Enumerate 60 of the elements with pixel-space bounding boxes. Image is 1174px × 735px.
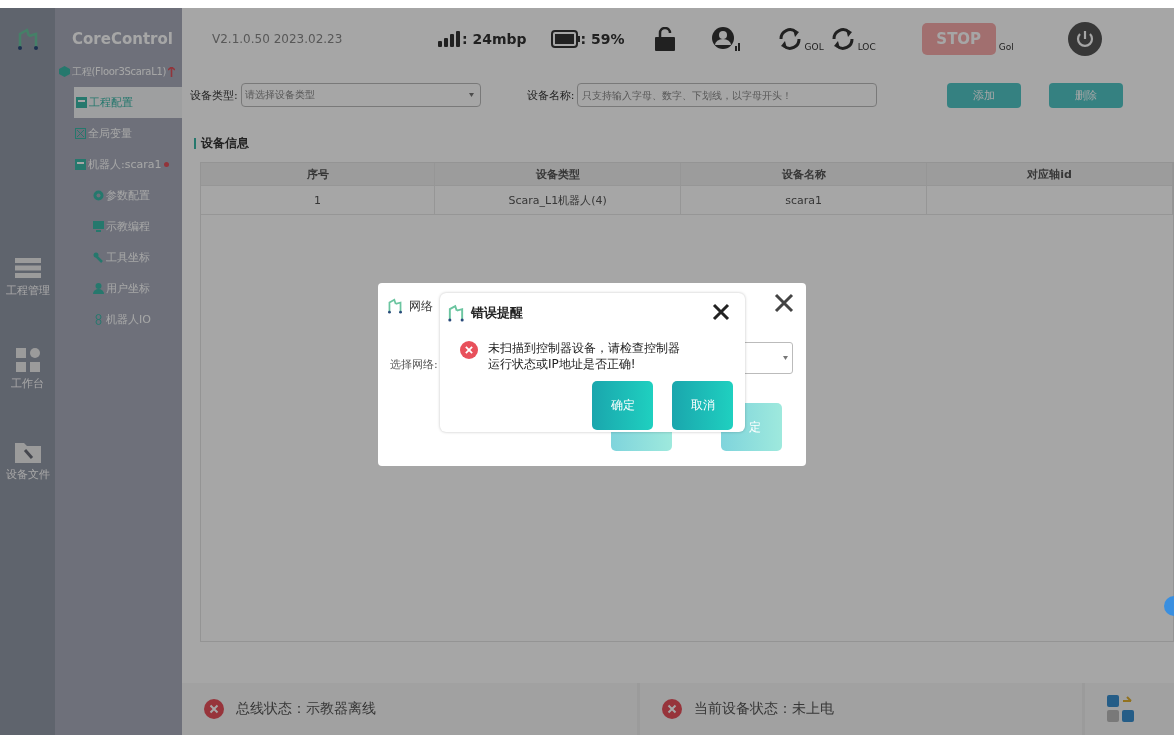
version-text: V2.1.0.50 2023.02.23 <box>212 32 344 46</box>
column-header: 对应轴id <box>927 163 1173 185</box>
battery-text: : 59% <box>580 31 625 47</box>
form-icon <box>75 159 86 170</box>
app-logo-icon <box>386 297 404 315</box>
unlocked-padlock-icon[interactable] <box>654 27 675 51</box>
gear-icon <box>93 190 104 201</box>
dialog-title: 网络 <box>409 297 433 315</box>
device-type-label: 设备类型: <box>190 87 238 103</box>
network-label: 选择网络: <box>390 357 438 372</box>
user-icon <box>93 283 104 294</box>
rail-item[interactable]: 工程管理 <box>5 257 50 298</box>
battery-icon <box>550 30 581 48</box>
form-icon <box>76 97 87 108</box>
wrench-icon <box>93 252 104 263</box>
caret-icon <box>468 93 474 97</box>
signal-icon <box>438 31 462 47</box>
error-message: 未扫描到控制器设备，请检查控制器运行状态或IP地址是否正确! <box>488 341 681 373</box>
variables-icon <box>75 128 86 139</box>
device-name-label: 设备名称: <box>526 87 575 103</box>
action-button[interactable]: 删除 <box>1049 82 1124 108</box>
sync-label: LOC <box>857 42 876 52</box>
monitor-icon <box>93 221 104 232</box>
table-cell: scara1 <box>681 186 928 214</box>
app-logo-icon <box>446 303 466 323</box>
table-cell: 1 <box>201 186 436 214</box>
sync-label: GOL <box>804 42 824 52</box>
rail-item[interactable]: 设备文件 <box>5 441 50 482</box>
rail-item[interactable]: 工作台 <box>11 348 44 391</box>
tree-item[interactable]: 工程配置 <box>74 87 182 118</box>
io-icon <box>93 314 104 325</box>
folder-wrench-icon <box>14 441 41 463</box>
caret-icon <box>783 356 788 360</box>
bandwidth-text: : 24mbp <box>462 31 527 47</box>
app-name: CoreControl <box>71 29 174 50</box>
device-name-field[interactable]: 只支持输入字母、数字、下划线，以字母开头！ <box>577 83 878 107</box>
stop-mode-text: Gol <box>998 42 1014 52</box>
error-icon <box>460 341 478 359</box>
table-cell: Scara_L1机器人(4) <box>435 186 682 214</box>
power-icon[interactable] <box>1067 22 1102 56</box>
dialog-button[interactable]: 确定 <box>592 381 653 430</box>
section-title: 设备信息 <box>201 135 249 152</box>
close-icon[interactable] <box>774 293 794 313</box>
column-header: 设备名称 <box>681 163 928 185</box>
tree-item-label: 工程配置 <box>89 95 133 110</box>
dashboard-icon <box>15 348 40 372</box>
status-text: 总线状态：示教器离线 <box>236 700 376 718</box>
close-icon[interactable] <box>712 303 730 321</box>
dialog-title: 错误提醒 <box>471 304 523 322</box>
device-type-select[interactable]: 请选择设备类型 <box>240 83 481 107</box>
column-header: 设备类型 <box>435 163 682 185</box>
status-text: 当前设备状态：未上电 <box>693 700 834 718</box>
dialog-button[interactable]: 取消 <box>672 381 733 430</box>
column-header: 序号 <box>201 163 436 185</box>
user-signal-icon[interactable] <box>710 26 741 52</box>
layout-switch-icon[interactable] <box>1106 695 1135 723</box>
cube-icon <box>59 66 70 77</box>
server-list-icon <box>14 257 41 279</box>
action-button[interactable]: 添加 <box>947 82 1022 108</box>
collapse-handle-icon[interactable] <box>1164 596 1174 616</box>
